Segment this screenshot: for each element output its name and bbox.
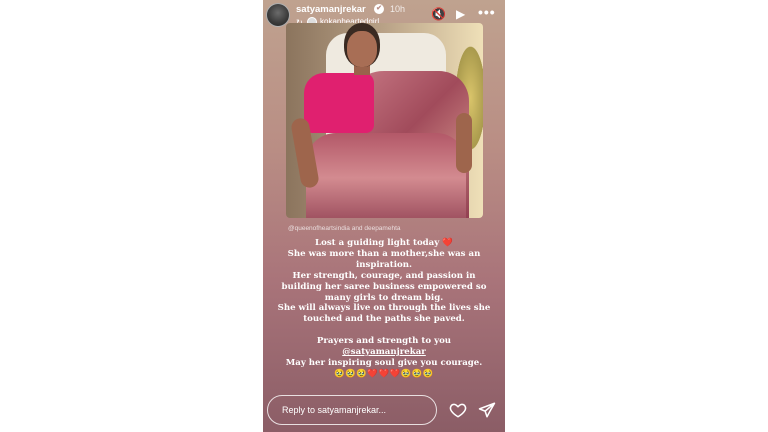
story-viewer[interactable]: satyamanjrekar ✔ 10h ↻ kokanheartedgirl … xyxy=(263,0,505,432)
caption-line: Prayers and strength to you xyxy=(316,336,452,347)
verified-badge-icon: ✔ xyxy=(374,4,384,14)
blouse xyxy=(304,73,374,133)
saree-lap xyxy=(306,133,466,218)
right-arm xyxy=(456,113,472,173)
photo-credit[interactable]: @queenofheartsindia and deepamehta xyxy=(288,225,401,232)
mention-link[interactable]: @satyamanjrekar xyxy=(271,347,497,358)
caption-line: She will always live on through the live… xyxy=(277,303,491,325)
caption-line: Lost a guiding light today ❤️ xyxy=(315,238,453,248)
mute-icon[interactable]: 🔇 xyxy=(431,7,446,21)
play-icon[interactable]: ▶ xyxy=(456,7,465,21)
caption-line: May her inspiring soul give you courage. xyxy=(285,358,483,369)
more-options-icon[interactable]: ••• xyxy=(478,4,496,20)
reply-input[interactable]: Reply to satyamanjrekar... xyxy=(267,395,437,425)
story-photo xyxy=(286,23,483,218)
story-caption: Lost a guiding light today ❤️ She was mo… xyxy=(271,238,497,380)
username[interactable]: satyamanjrekar xyxy=(296,4,366,15)
timestamp: 10h xyxy=(390,4,406,14)
caption-emojis: 🥹🥹🥹❤️❤️❤️🥹🥹🥹 xyxy=(334,368,434,379)
caption-line: Her strength, courage, and passion in bu… xyxy=(281,270,487,303)
send-icon[interactable] xyxy=(478,401,496,419)
caption-line: She was more than a mother,she was an in… xyxy=(287,248,481,270)
face xyxy=(347,31,377,67)
heart-icon[interactable] xyxy=(449,401,467,419)
